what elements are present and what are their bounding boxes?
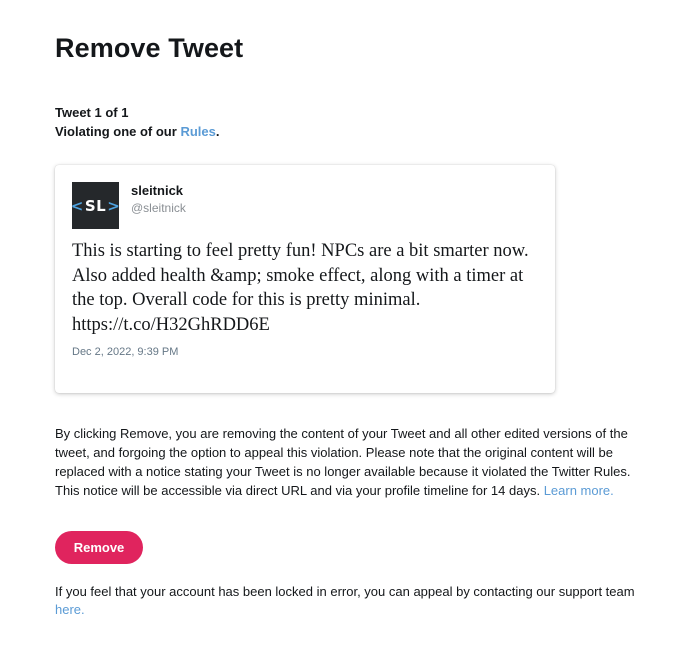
angle-right-icon: > (107, 196, 121, 215)
violation-line: Violating one of our Rules. (55, 122, 219, 141)
tweet-count-label: Tweet 1 of 1 (55, 105, 129, 120)
learn-more-link[interactable]: Learn more. (544, 483, 614, 498)
tweet-counter: Tweet 1 of 1 Violating one of our Rules. (55, 103, 219, 141)
violation-prefix: Violating one of our (55, 124, 181, 139)
author-handle: @sleitnick (131, 201, 186, 215)
angle-left-icon: < (70, 196, 84, 215)
remove-button[interactable]: Remove (55, 531, 143, 564)
appeal-link[interactable]: here. (55, 602, 85, 617)
tweet-card: < SL > sleitnick @sleitnick This is starti… (55, 165, 555, 393)
tweet-timestamp: Dec 2, 2022, 9:39 PM (72, 346, 179, 358)
appeal-text: If you feel that your account has been l… (55, 584, 635, 599)
violation-suffix: . (215, 124, 220, 139)
page-title: Remove Tweet (55, 33, 244, 63)
remove-disclaimer: By clicking Remove, you are removing the… (55, 424, 655, 500)
avatar: < SL > (70, 182, 121, 229)
avatar-initials: SL (84, 196, 107, 215)
author-name: sleitnick (131, 183, 184, 198)
tweet-text: This is starting to feel pretty fun! NPC… (72, 241, 529, 335)
rules-link[interactable]: Rules (180, 124, 215, 139)
appeal-note: If you feel that your account has been l… (55, 583, 655, 619)
